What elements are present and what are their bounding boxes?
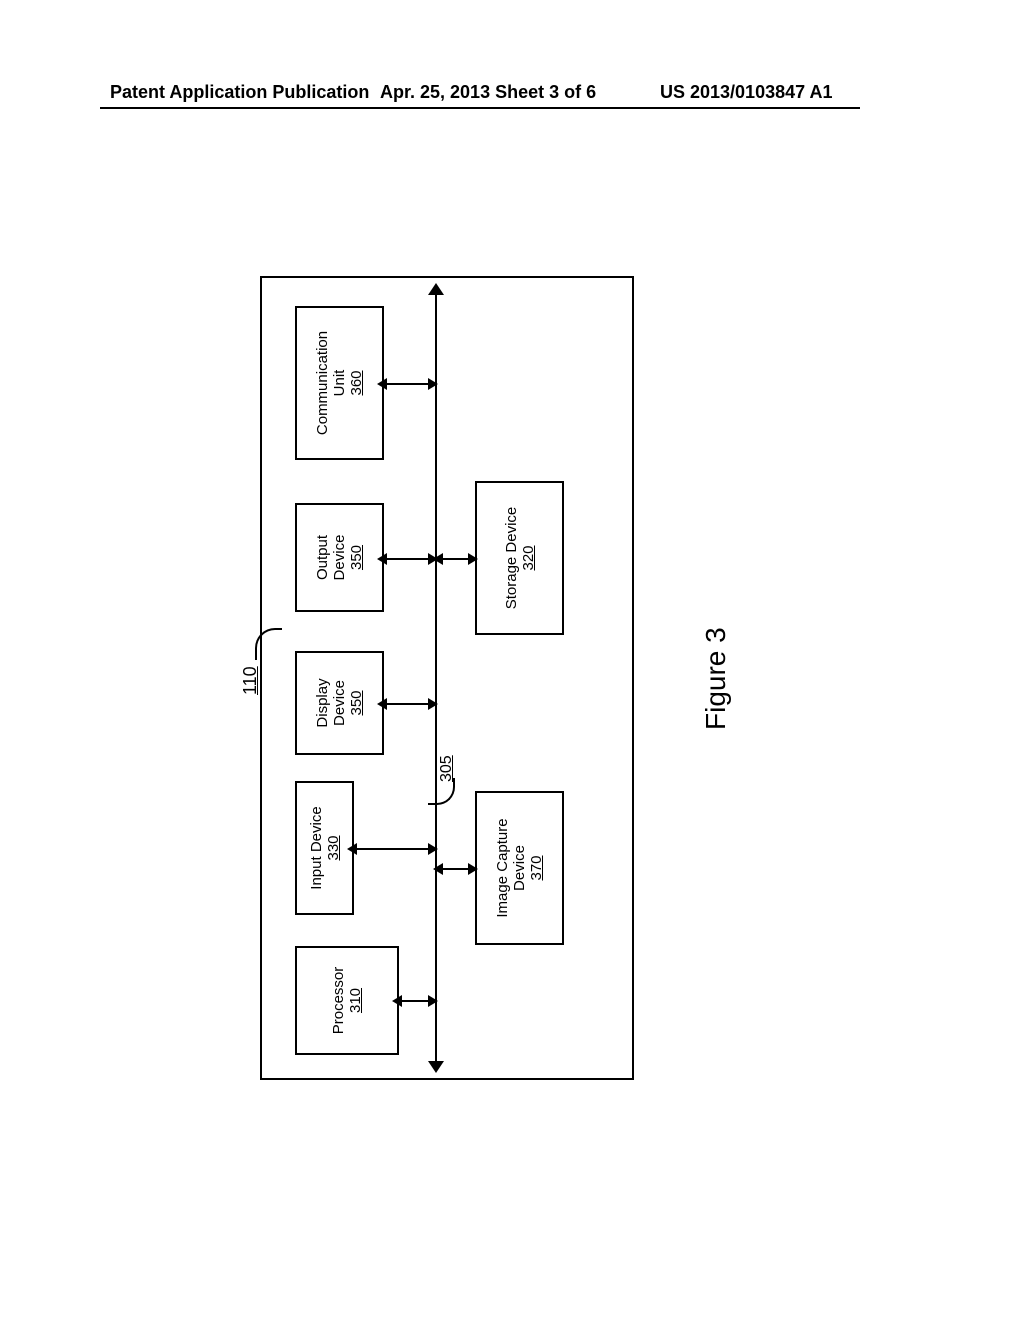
header-rule	[100, 107, 860, 109]
block-imgcap-label2: Device	[511, 845, 528, 891]
bus-arrow-right-icon	[428, 283, 444, 295]
block-output-ref: 350	[348, 545, 365, 570]
figure-area: 110 Processor 310 Input Device 330 Displ…	[200, 200, 760, 1120]
arrow-up-icon	[392, 995, 402, 1007]
bus-line	[435, 290, 437, 1065]
block-output-label1: Output	[314, 535, 331, 580]
connector-input	[350, 848, 435, 850]
block-imgcap-ref: 370	[528, 855, 545, 880]
block-storage-label: Storage Device	[503, 507, 520, 610]
arrow-up-icon	[433, 863, 443, 875]
header-publication: Patent Application Publication	[110, 82, 369, 103]
block-input-label: Input Device	[308, 806, 325, 889]
block-storage-ref: 320	[520, 545, 537, 570]
arrow-down-icon	[468, 553, 478, 565]
header-date-sheet: Apr. 25, 2013 Sheet 3 of 6	[380, 82, 596, 103]
block-processor-label: Processor	[330, 967, 347, 1035]
block-processor: Processor 310	[295, 946, 399, 1055]
arrow-up-icon	[347, 843, 357, 855]
connector-display	[380, 703, 435, 705]
block-input-device: Input Device 330	[295, 781, 354, 915]
arrow-down-icon	[428, 843, 438, 855]
block-comm-label2: Unit	[331, 370, 348, 397]
header-doc-number: US 2013/0103847 A1	[660, 82, 832, 103]
arrow-down-icon	[428, 995, 438, 1007]
bus-arrow-left-icon	[428, 1061, 444, 1073]
block-comm-ref: 360	[348, 370, 365, 395]
block-display-device: Display Device 350	[295, 651, 384, 755]
connector-output	[380, 558, 435, 560]
block-input-ref: 330	[325, 835, 342, 860]
block-communication-unit: Communication Unit 360	[295, 306, 384, 460]
arrow-down-icon	[428, 698, 438, 710]
arrow-up-icon	[433, 553, 443, 565]
block-image-capture-device: Image Capture Device 370	[475, 791, 564, 945]
connector-comm	[380, 383, 435, 385]
block-output-device: Output Device 350	[295, 503, 384, 612]
block-display-label2: Device	[331, 680, 348, 726]
block-display-ref: 350	[348, 690, 365, 715]
block-storage-device: Storage Device 320	[475, 481, 564, 635]
arrow-down-icon	[428, 378, 438, 390]
arrow-up-icon	[377, 553, 387, 565]
figure-caption: Figure 3	[700, 627, 732, 730]
arrow-down-icon	[468, 863, 478, 875]
ref-outer-label: 110	[240, 666, 261, 695]
block-comm-label1: Communication	[314, 331, 331, 435]
block-imgcap-label1: Image Capture	[494, 818, 511, 917]
block-output-label2: Device	[331, 535, 348, 581]
block-processor-ref: 310	[347, 988, 364, 1013]
block-display-label1: Display	[314, 678, 331, 727]
arrow-up-icon	[377, 698, 387, 710]
arrow-up-icon	[377, 378, 387, 390]
